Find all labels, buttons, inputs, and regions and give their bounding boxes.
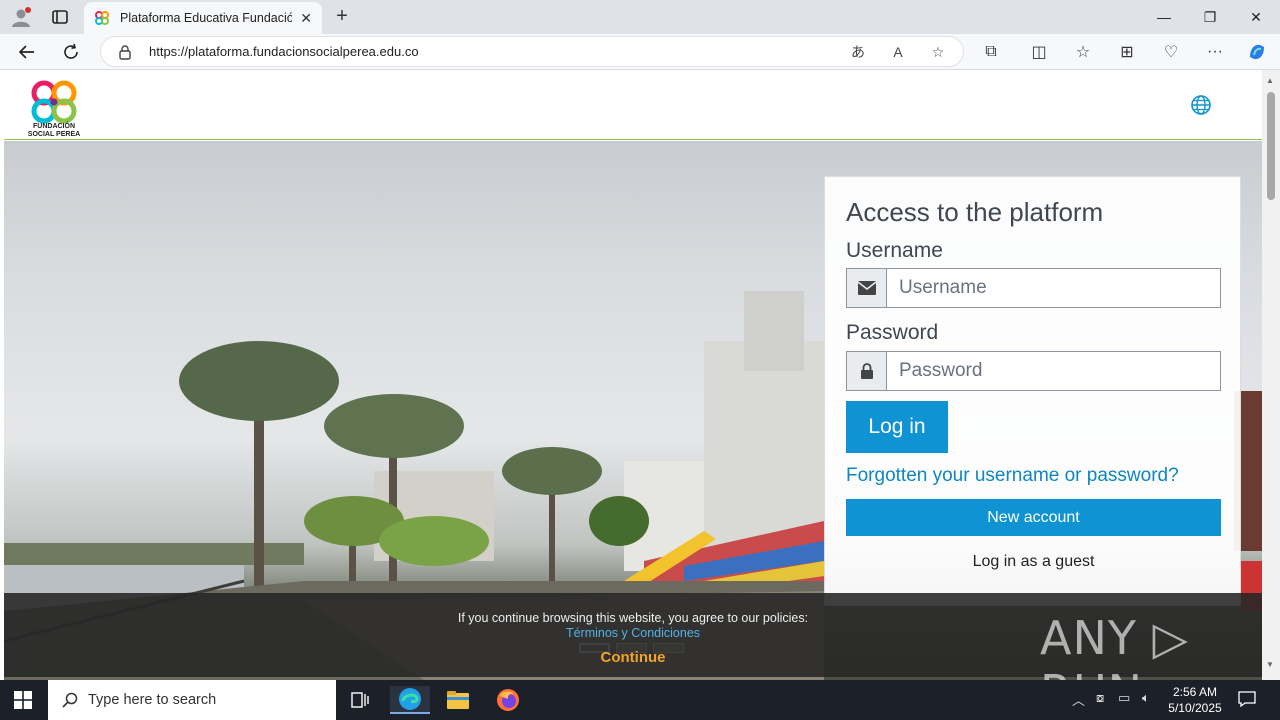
tray-volume-icon[interactable]: 🔈︎	[1142, 690, 1150, 706]
profile-icon[interactable]	[10, 6, 32, 28]
edge-taskbar-icon[interactable]	[390, 686, 430, 714]
search-placeholder: Type here to search	[88, 692, 217, 708]
restore-icon[interactable]: ❐	[1196, 6, 1224, 28]
scrollbar-thumb[interactable]	[1267, 92, 1275, 200]
username-label: Username	[846, 239, 943, 262]
envelope-icon	[847, 269, 887, 307]
password-group	[846, 351, 1221, 391]
minimize-icon[interactable]: —	[1150, 6, 1178, 28]
anyrun-watermark: ANY ▷ RUN	[1040, 611, 1189, 680]
back-icon[interactable]	[16, 41, 38, 63]
url-text[interactable]: https://plataforma.fundacionsocialperea.…	[149, 44, 419, 59]
windows-start-icon[interactable]	[14, 691, 32, 709]
address-bar[interactable]: https://plataforma.fundacionsocialperea.…	[100, 36, 964, 67]
tray-network-icon[interactable]: ▭	[1118, 690, 1130, 706]
login-title: Access to the platform	[846, 197, 1104, 227]
tab-actions-icon[interactable]	[50, 7, 70, 27]
site-favicon-icon	[95, 11, 109, 25]
page-scrollbar[interactable]: ▲ ▼	[1262, 70, 1280, 680]
active-tab[interactable]: Plataforma Educativa Fundación ✕	[84, 2, 322, 34]
collections-icon[interactable]: ⊞	[1116, 41, 1138, 63]
performance-icon[interactable]: ♡	[1160, 41, 1182, 63]
firefox-icon[interactable]	[488, 686, 528, 714]
lock-icon[interactable]	[117, 44, 133, 60]
guest-login-button[interactable]: Log in as a guest	[846, 553, 1221, 571]
copilot-icon[interactable]	[1246, 41, 1268, 63]
taskbar-search[interactable]: Type here to search	[48, 680, 336, 720]
lock-icon	[847, 352, 887, 390]
password-input[interactable]	[887, 352, 1220, 390]
split-screen-icon[interactable]: ◫	[1028, 41, 1050, 63]
file-explorer-icon[interactable]	[438, 686, 478, 714]
tab-title: Plataforma Educativa Fundación	[120, 11, 293, 25]
new-tab-icon[interactable]: +	[330, 4, 354, 28]
logo-text: FUNDACIÓN SOCIAL PEREA	[27, 123, 81, 138]
translate-icon[interactable]: あ	[849, 43, 867, 61]
username-group	[846, 268, 1221, 308]
favorites-icon[interactable]: ☆	[1072, 41, 1094, 63]
taskbar-clock[interactable]: 2:56 AM 5/10/2025	[1162, 684, 1228, 716]
username-input[interactable]	[887, 269, 1220, 307]
more-menu-icon[interactable]: ···	[1204, 41, 1226, 63]
tray-chevron-icon[interactable]: ︿	[1072, 690, 1085, 709]
login-button[interactable]: Log in	[846, 401, 948, 453]
web-page: FUNDACIÓN SOCIAL PEREA Access to the pla…	[4, 70, 1262, 680]
browser-tab-bar: Plataforma Educativa Fundación ✕ + — ❐ ✕	[0, 0, 1280, 34]
login-card: Access to the platform Username Password…	[824, 176, 1241, 606]
browser-nav-bar: https://plataforma.fundacionsocialperea.…	[0, 34, 1280, 70]
scroll-down-icon[interactable]: ▼	[1266, 660, 1274, 669]
search-icon	[62, 692, 78, 708]
refresh-icon[interactable]	[60, 41, 82, 63]
read-aloud-icon[interactable]: A	[889, 43, 907, 61]
windows-taskbar: Type here to search ︿ ⧇ ▭ 🔈︎ 2:56 AM 5/1…	[0, 680, 1280, 720]
password-label: Password	[846, 321, 939, 344]
task-view-icon[interactable]	[340, 686, 380, 714]
cookie-banner: If you continue browsing this website, y…	[4, 593, 1262, 680]
forgot-password-link[interactable]: Forgotten your username or password?	[846, 465, 1179, 487]
window-close-icon[interactable]: ✕	[1242, 6, 1270, 28]
language-globe-icon[interactable]	[1190, 94, 1212, 116]
scroll-up-icon[interactable]: ▲	[1266, 76, 1274, 85]
notifications-icon[interactable]	[1238, 690, 1256, 708]
tab-close-icon[interactable]: ✕	[300, 10, 312, 27]
extensions-icon[interactable]: ⧉	[980, 41, 1002, 63]
tray-network-adapter-icon[interactable]: ⧇	[1096, 690, 1104, 706]
new-account-button[interactable]: New account	[846, 499, 1221, 536]
site-header: FUNDACIÓN SOCIAL PEREA	[4, 70, 1262, 140]
favorite-star-icon[interactable]: ☆	[929, 43, 947, 61]
